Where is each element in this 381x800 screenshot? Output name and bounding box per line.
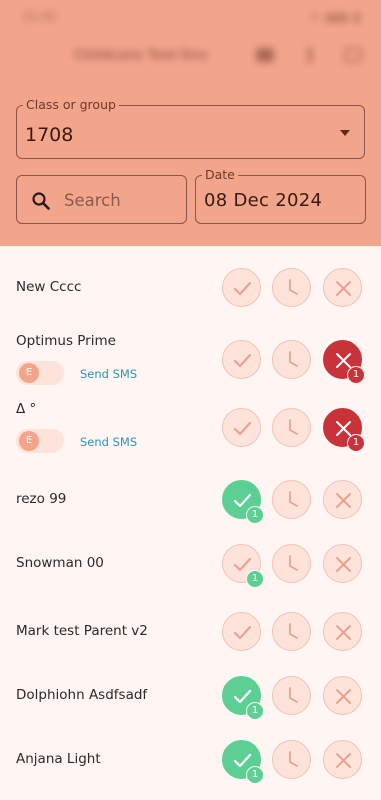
mark-absent-button[interactable] xyxy=(323,544,362,583)
status-time: 10:45 xyxy=(22,10,57,24)
toggle-knob: E xyxy=(19,363,39,383)
close-icon xyxy=(336,689,351,704)
mark-absent-button[interactable] xyxy=(323,676,362,715)
student-name: rezo 99 xyxy=(16,491,67,507)
clock-icon xyxy=(289,279,298,295)
student-row: Anjana Light 1 xyxy=(0,727,381,791)
mark-late-button[interactable] xyxy=(272,740,311,779)
close-icon xyxy=(336,753,351,768)
check-icon xyxy=(233,625,252,640)
mark-late-button[interactable] xyxy=(272,268,311,307)
clock-icon xyxy=(289,555,298,571)
status-bar: 10:45 ⁕ ▮▮▮ ▮ xyxy=(0,6,381,28)
student-name: Δ ° xyxy=(16,401,37,417)
student-row: Dolphiohn Asdfsadf 1 xyxy=(0,663,381,727)
student-row: Optimus Prime 1 E Send SMS xyxy=(0,321,381,391)
mark-present-button[interactable] xyxy=(222,268,261,307)
count-badge: 1 xyxy=(246,702,264,720)
search-placeholder: Search xyxy=(64,191,121,210)
sms-toggle[interactable]: E xyxy=(16,429,64,453)
close-icon xyxy=(336,557,351,572)
close-icon xyxy=(336,493,351,508)
clock-icon xyxy=(289,491,298,507)
mark-present-button[interactable] xyxy=(222,612,261,651)
student-name: Dolphiohn Asdfsadf xyxy=(16,687,148,703)
mark-late-button[interactable] xyxy=(272,480,311,519)
count-badge: 1 xyxy=(347,366,365,384)
class-select[interactable]: Class or group 1708 xyxy=(16,97,365,159)
count-badge: 1 xyxy=(246,766,264,784)
clock-icon xyxy=(289,623,298,639)
student-row: New Cccc xyxy=(0,255,381,319)
mark-late-button[interactable] xyxy=(272,676,311,715)
send-sms-link[interactable]: Send SMS xyxy=(80,367,137,381)
sms-toggle[interactable]: E xyxy=(16,361,64,385)
date-value: 08 Dec 2024 xyxy=(204,190,323,211)
close-icon xyxy=(336,625,351,640)
student-name: Mark test Parent v2 xyxy=(16,623,148,639)
status-icons: ⁕ ▮▮▮ ▮ xyxy=(309,10,361,24)
date-field[interactable]: Date 08 Dec 2024 xyxy=(195,167,366,224)
search-icon xyxy=(32,192,50,210)
search-input[interactable]: Search xyxy=(16,175,187,224)
class-label: Class or group xyxy=(23,97,119,112)
mark-absent-button[interactable] xyxy=(323,740,362,779)
student-name: Anjana Light xyxy=(16,751,101,767)
app-title: Childcare Test Env xyxy=(74,48,209,63)
student-name: New Cccc xyxy=(16,279,82,295)
mark-present-button[interactable] xyxy=(222,408,261,447)
student-row: Snowman 00 1 xyxy=(0,531,381,595)
clock-icon xyxy=(289,351,298,367)
student-name: Optimus Prime xyxy=(16,333,116,349)
mark-absent-button[interactable] xyxy=(323,480,362,519)
class-value: 1708 xyxy=(25,124,74,146)
student-row: Δ ° 1 E Send SMS xyxy=(0,389,381,459)
dropdown-caret-icon xyxy=(340,130,350,136)
app-bar: Childcare Test Env xyxy=(0,42,381,72)
count-badge: 1 xyxy=(246,570,264,588)
clock-icon xyxy=(289,419,298,435)
count-badge: 1 xyxy=(246,506,264,524)
check-icon xyxy=(233,281,252,296)
mark-late-button[interactable] xyxy=(272,340,311,379)
mark-late-button[interactable] xyxy=(272,408,311,447)
window-icon[interactable] xyxy=(344,48,362,62)
check-icon xyxy=(233,353,252,368)
count-badge: 1 xyxy=(347,434,365,452)
clock-icon xyxy=(289,687,298,703)
student-row: rezo 99 1 xyxy=(0,467,381,531)
clock-icon xyxy=(289,751,298,767)
mark-absent-button[interactable] xyxy=(323,612,362,651)
mark-late-button[interactable] xyxy=(272,544,311,583)
more-icon[interactable] xyxy=(308,47,312,63)
mark-late-button[interactable] xyxy=(272,612,311,651)
close-icon xyxy=(336,281,351,296)
mark-absent-button[interactable] xyxy=(323,268,362,307)
date-label: Date xyxy=(202,167,238,182)
camera-icon[interactable] xyxy=(256,48,274,62)
student-name: Snowman 00 xyxy=(16,555,104,571)
mark-present-button[interactable] xyxy=(222,340,261,379)
check-icon xyxy=(233,421,252,436)
toggle-knob: E xyxy=(19,431,39,451)
header: 10:45 ⁕ ▮▮▮ ▮ Childcare Test Env Class o… xyxy=(0,0,381,246)
send-sms-link[interactable]: Send SMS xyxy=(80,435,137,449)
student-row: Mark test Parent v2 xyxy=(0,599,381,663)
